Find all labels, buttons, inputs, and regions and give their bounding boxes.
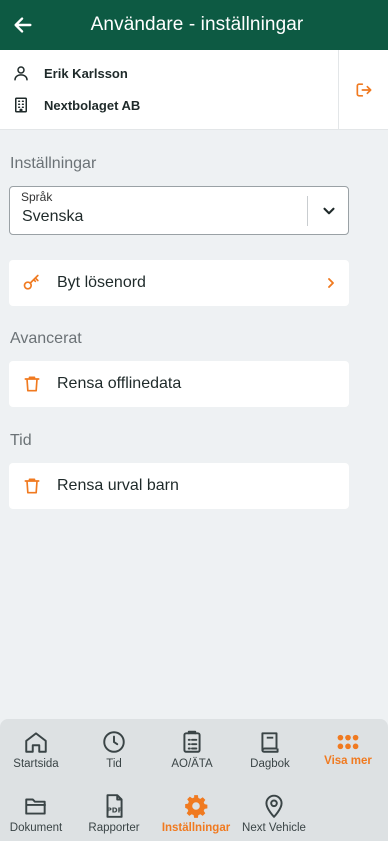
company-row: Nextbolaget AB <box>12 96 140 114</box>
nav-settings[interactable]: Inställningar <box>156 793 236 841</box>
change-password-item[interactable]: Byt lösenord <box>9 260 349 306</box>
bottom-navigation: Startsida Tid AO/ÄTA Dagbok Visa mer Dok… <box>0 719 388 841</box>
logout-icon <box>356 83 371 97</box>
clear-children-selection-label: Rensa urval barn <box>57 477 179 494</box>
book-icon <box>261 732 279 753</box>
select-divider <box>307 196 308 226</box>
key-icon <box>23 274 39 290</box>
language-select-value: Svenska <box>22 208 84 225</box>
nav-settings-label: Inställningar <box>161 822 231 834</box>
page-title: Användare - inställningar <box>90 14 304 35</box>
nav-home[interactable]: Startsida <box>0 729 76 777</box>
chevron-down-icon <box>323 207 335 215</box>
nav-documents[interactable]: Dokument <box>0 793 76 841</box>
section-advanced-label: Avancerat <box>10 330 82 347</box>
home-icon <box>25 732 47 753</box>
arrow-left-icon <box>14 17 32 33</box>
nav-reports[interactable]: PDF Rapporter <box>74 793 154 841</box>
language-select-label: Språk <box>21 190 53 204</box>
nav-home-label: Startsida <box>13 758 59 770</box>
user-name-row: Erik Karlsson <box>12 64 128 82</box>
company-name: Nextbolaget AB <box>44 97 141 113</box>
nav-ao-ata[interactable]: AO/ÄTA <box>152 729 232 777</box>
change-password-label: Byt lösenord <box>57 274 146 291</box>
nav-time[interactable]: Tid <box>74 729 154 777</box>
map-pin-icon <box>265 794 283 818</box>
clock-icon <box>103 731 125 753</box>
nav-next-vehicle[interactable]: Next Vehicle <box>234 793 314 841</box>
nav-time-label: Tid <box>106 758 122 770</box>
section-time-label: Tid <box>10 432 32 449</box>
building-icon <box>15 97 27 113</box>
nav-show-more[interactable]: Visa mer <box>308 729 388 777</box>
app-header: Användare - inställningar <box>0 0 388 50</box>
svg-text:PDF: PDF <box>107 806 123 815</box>
nav-next-vehicle-label: Next Vehicle <box>242 822 306 834</box>
user-name: Erik Karlsson <box>44 65 128 81</box>
clear-offline-data-label: Rensa offlinedata <box>57 375 182 392</box>
grid-dots-icon <box>337 734 359 750</box>
trash-icon <box>24 376 40 392</box>
pdf-icon: PDF <box>106 794 123 818</box>
folder-icon <box>25 798 46 815</box>
gear-icon <box>185 795 208 818</box>
nav-reports-label: Rapporter <box>88 822 140 834</box>
clipboard-icon <box>183 730 201 753</box>
clear-children-selection-item[interactable]: Rensa urval barn <box>9 463 349 509</box>
clear-offline-data-item[interactable]: Rensa offlinedata <box>9 361 349 407</box>
nav-diary-label: Dagbok <box>250 758 290 770</box>
section-settings-label: Inställningar <box>10 155 97 172</box>
user-icon <box>14 66 28 81</box>
nav-ao-ata-label: AO/ÄTA <box>171 758 213 770</box>
chevron-right-icon <box>328 278 334 288</box>
logout-button[interactable] <box>338 50 388 130</box>
nav-documents-label: Dokument <box>9 822 63 834</box>
nav-diary[interactable]: Dagbok <box>230 729 310 777</box>
back-button[interactable] <box>10 12 36 38</box>
user-info-panel: Erik Karlsson Nextbolaget AB <box>0 50 388 130</box>
language-select[interactable]: Språk Svenska <box>9 186 349 235</box>
nav-show-more-label: Visa mer <box>324 755 372 767</box>
trash-icon <box>24 478 40 494</box>
